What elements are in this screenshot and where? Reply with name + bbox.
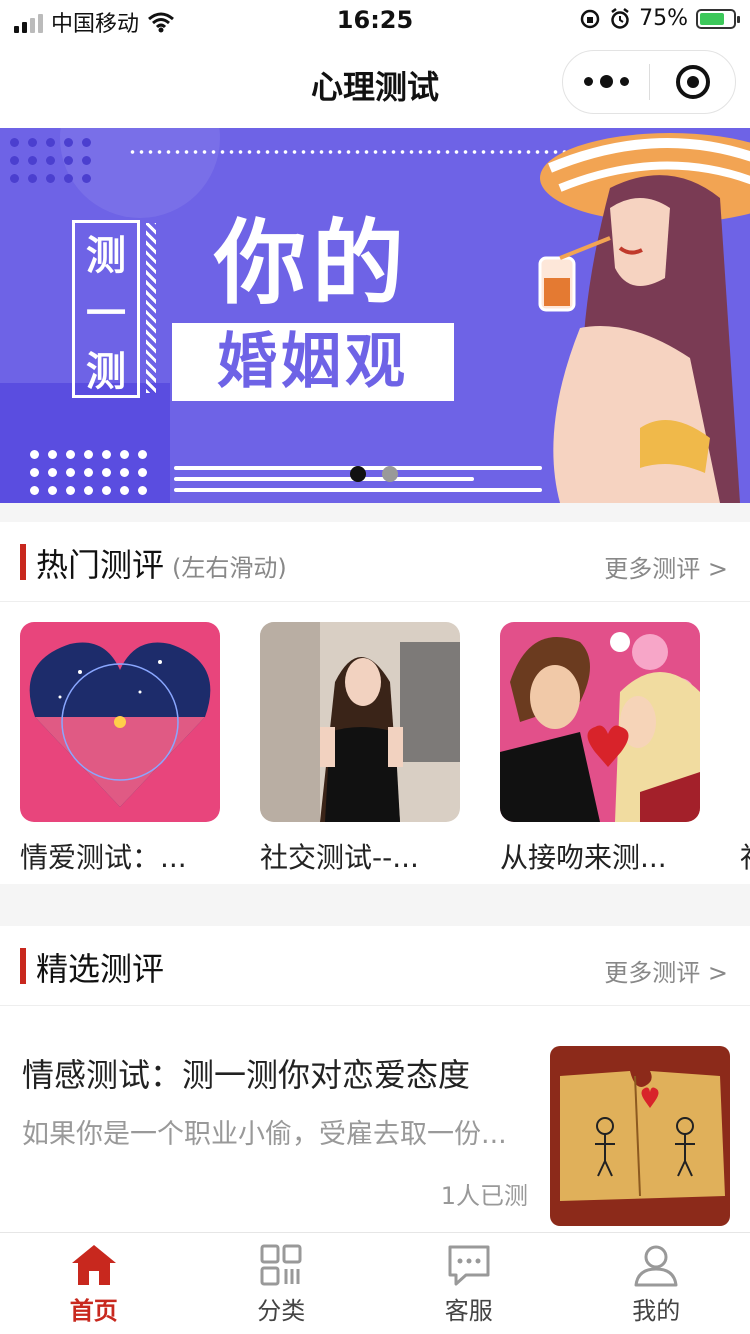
tab-label: 首页 <box>69 1297 118 1325</box>
battery-percent: 75% <box>639 6 688 31</box>
banner-decor-dotline <box>128 150 578 154</box>
section-accent-bar <box>20 948 26 984</box>
section-header: 精选测评 更多测评 > <box>0 926 750 1006</box>
alarm-icon <box>611 7 629 29</box>
hot-section: 热门测评 (左右滑动) 更多测评 > 情爱测试：... 社交测试--... 从接… <box>0 522 750 884</box>
banner-decor-dots-white <box>30 450 147 495</box>
hot-card[interactable]: 情爱测试：... <box>20 622 220 876</box>
home-icon <box>71 1245 116 1285</box>
banner-tag-char: 测 <box>86 349 126 395</box>
tab-label: 客服 <box>444 1297 493 1325</box>
mini-program-capsule <box>562 50 736 114</box>
close-target-icon <box>675 65 710 99</box>
banner-subline: 婚姻观 <box>172 323 454 401</box>
more-tests-link[interactable]: 更多测评 > <box>604 549 728 584</box>
hot-card-title: 情爱测试：... <box>20 841 187 874</box>
featured-section: 精选测评 更多测评 > 情感测试：测一测你对恋爱态度 如果你是一个职业小偷，受雇… <box>0 926 750 1232</box>
featured-card-count: 1人已测 <box>440 1182 528 1210</box>
hot-card-title: 社交测试--... <box>260 841 419 874</box>
grid-icon <box>260 1244 302 1286</box>
featured-card[interactable]: 情感测试：测一测你对恋爱态度 如果你是一个职业小偷，受雇去取一份... 1人已测 <box>0 1006 750 1232</box>
section-subtitle: (左右滑动) <box>172 554 287 582</box>
close-button[interactable] <box>650 65 735 99</box>
more-menu-button[interactable] <box>563 74 649 88</box>
tab-label: 我的 <box>632 1297 681 1325</box>
tab-profile[interactable]: 我的 <box>563 1233 750 1334</box>
banner-decor-stripes <box>146 223 156 393</box>
user-icon <box>634 1245 678 1287</box>
section-header: 热门测评 (左右滑动) 更多测评 > <box>0 522 750 602</box>
hot-card-title: 社 <box>740 836 750 876</box>
banner-carousel[interactable]: 测 一 测 你的 婚姻观 <box>0 128 750 503</box>
carousel-dot[interactable] <box>350 466 366 482</box>
featured-card-description: 如果你是一个职业小偷，受雇去取一份... <box>22 1119 507 1150</box>
banner-headline: 你的 <box>214 210 411 317</box>
hot-card-title: 从接吻来测... <box>500 841 667 874</box>
banner-tag-char: 一 <box>86 291 126 337</box>
hot-card-thumbnail <box>20 622 220 822</box>
carousel-indicators <box>350 466 398 482</box>
section-title: 热门测评 (左右滑动) <box>36 540 287 586</box>
hot-card[interactable]: 从接吻来测... <box>500 622 700 876</box>
banner-tag: 测 一 测 <box>72 220 140 398</box>
status-bar: 中国移动 16:25 75% <box>0 0 750 40</box>
featured-card-thumbnail <box>550 1046 730 1226</box>
carousel-dot[interactable] <box>382 466 398 482</box>
tab-category[interactable]: 分类 <box>188 1233 376 1334</box>
more-tests-link[interactable]: 更多测评 > <box>604 953 728 988</box>
banner-tag-char: 测 <box>86 233 126 279</box>
hot-card[interactable]: 社交测试--... <box>260 622 460 876</box>
section-accent-bar <box>20 544 26 580</box>
hot-card-thumbnail <box>500 622 700 822</box>
battery-icon <box>696 8 740 29</box>
featured-card-title: 情感测试：测一测你对恋爱态度 <box>22 1056 471 1094</box>
section-title-text: 热门测评 <box>36 546 165 584</box>
nav-bar: 心理测试 <box>0 40 750 128</box>
banner-decor-dots <box>10 138 91 183</box>
section-title: 精选测评 <box>36 950 165 988</box>
hot-card-thumbnail <box>260 622 460 822</box>
hot-card[interactable]: 社 <box>740 622 750 876</box>
banner-illustration <box>538 133 750 503</box>
tab-service[interactable]: 客服 <box>375 1233 563 1334</box>
rotation-lock-icon <box>580 9 600 28</box>
chat-icon <box>448 1245 490 1286</box>
tab-bar: 首页 分类 客服 我的 <box>0 1232 750 1334</box>
tab-label: 分类 <box>257 1297 306 1325</box>
hot-carousel[interactable]: 情爱测试：... 社交测试--... 从接吻来测... <box>0 602 750 884</box>
tab-home[interactable]: 首页 <box>0 1233 188 1334</box>
